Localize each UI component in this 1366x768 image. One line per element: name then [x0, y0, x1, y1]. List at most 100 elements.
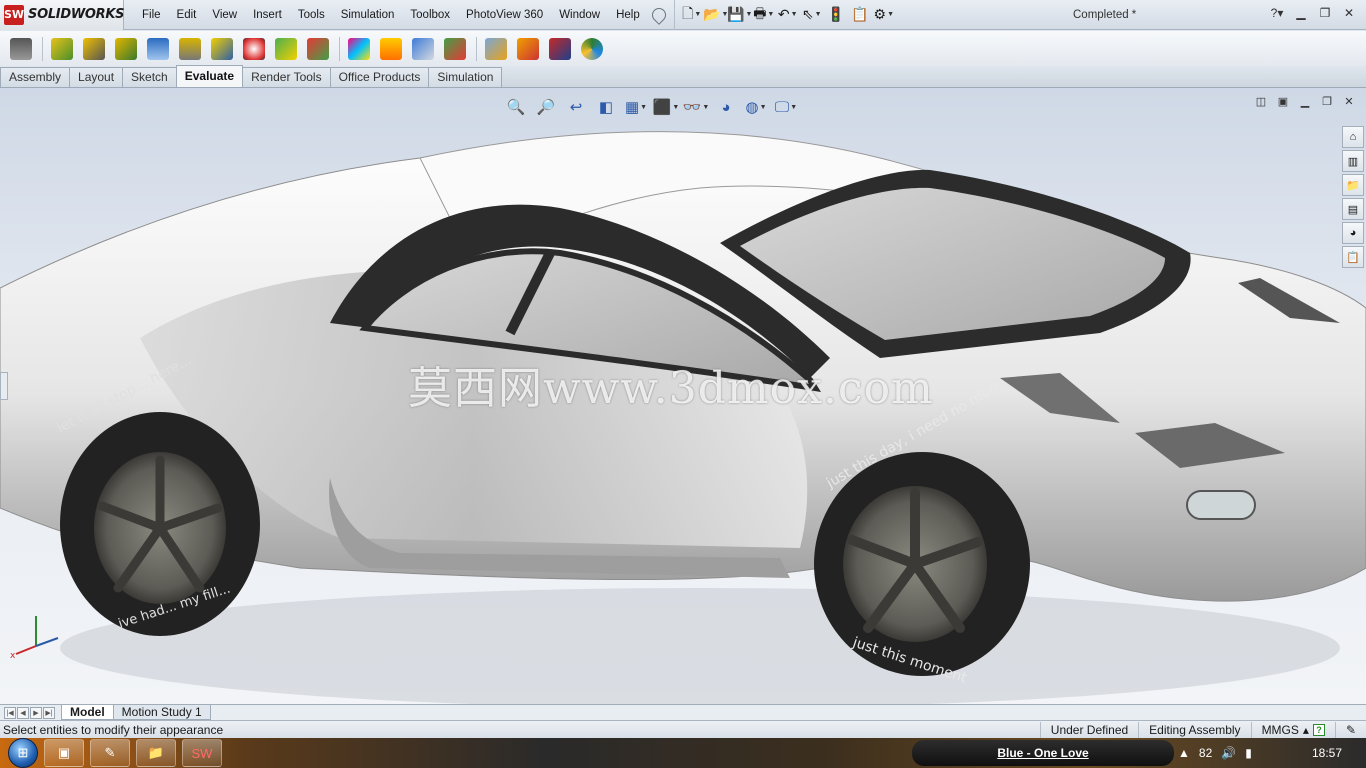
next-tab-arrow-icon[interactable]: ▶ [30, 706, 42, 719]
menu-photoview[interactable]: PhotoView 360 [458, 0, 551, 30]
graphics-area[interactable]: let it all stop... here... ive had... my… [0, 88, 1366, 704]
edit-appearance-icon[interactable]: ◕ [714, 96, 738, 118]
new-document-button[interactable]: 🗋 ▼ [681, 5, 703, 25]
now-playing-widget[interactable]: Blue - One Love [912, 740, 1174, 766]
sensor-icon[interactable] [239, 34, 269, 64]
help-icon[interactable]: ?▾ [1268, 4, 1286, 22]
tab-motion-study-1[interactable]: Motion Study 1 [112, 705, 211, 720]
menu-toolbox[interactable]: Toolbox [402, 0, 458, 30]
taskbar-app-desktop-icon[interactable]: ▣ [44, 739, 84, 767]
last-tab-arrow-icon[interactable]: ▶| [43, 706, 55, 719]
clearance-verification-icon[interactable] [79, 34, 109, 64]
hide-show-items-icon[interactable]: 👓 ▼ [683, 96, 710, 118]
power-icon[interactable]: ▮ [1245, 746, 1252, 760]
tab-sketch[interactable]: Sketch [122, 67, 177, 87]
taskbar-app-explorer-icon[interactable]: 📁 [136, 739, 176, 767]
save-button[interactable]: 💾 ▼ [727, 5, 752, 25]
measure-icon[interactable] [143, 34, 173, 64]
viewport-split-icon[interactable]: ◫ [1254, 94, 1268, 108]
tab-model[interactable]: Model [61, 705, 114, 720]
measure-tools-icon[interactable] [6, 34, 36, 64]
menu-window[interactable]: Window [551, 0, 608, 30]
select-button[interactable]: ⇖ ▼ [801, 5, 823, 25]
volume-icon[interactable]: 🔊 [1221, 746, 1236, 760]
options-button[interactable]: ⚙ ▼ [873, 5, 895, 25]
interference-detection-icon[interactable] [47, 34, 77, 64]
print-button[interactable]: 🖶 ▼ [753, 5, 775, 25]
start-button[interactable]: ⊞ [8, 738, 38, 768]
menu-help[interactable]: Help [608, 0, 648, 30]
minimize-button[interactable]: ▁ [1292, 4, 1310, 22]
first-tab-arrow-icon[interactable]: |◀ [4, 706, 16, 719]
viewport-minimize-button[interactable]: ▁ [1298, 94, 1312, 108]
units-selector[interactable]: MMGS ▴ ? [1250, 721, 1335, 738]
view-settings-icon[interactable]: 🖵 ▼ [774, 96, 798, 118]
simulationxpress-icon[interactable] [481, 34, 511, 64]
assembly-visualization-icon[interactable] [271, 34, 301, 64]
solidworks-resources-icon[interactable]: ⌂ [1342, 126, 1364, 148]
units-caret-icon: ▴ [1302, 722, 1309, 737]
now-playing-title[interactable]: Blue - One Love [997, 746, 1088, 760]
performance-evaluation-icon[interactable] [303, 34, 333, 64]
check-icon[interactable] [408, 34, 438, 64]
view-orientation-icon[interactable]: ▦ ▼ [624, 96, 648, 118]
zoom-to-fit-icon[interactable]: 🔍 [504, 96, 528, 118]
section-view-icon[interactable]: ◧ [594, 96, 618, 118]
design-library-icon[interactable]: ▥ [1342, 150, 1364, 172]
section-properties-icon[interactable] [207, 34, 237, 64]
costing-icon[interactable] [545, 34, 575, 64]
deviation-analysis-icon[interactable] [376, 34, 406, 64]
system-tray: ▲ 82 🔊 ▮ [1178, 738, 1252, 768]
custom-properties-icon[interactable]: 📋 [1342, 246, 1364, 268]
solidworks-logo[interactable]: SW SOLIDWORKS [0, 0, 124, 30]
tab-assembly[interactable]: Assembly [0, 67, 71, 87]
zoom-to-area-icon[interactable]: 🔎 [534, 96, 558, 118]
menu-view[interactable]: View [204, 0, 245, 30]
tab-evaluate[interactable]: Evaluate [175, 65, 244, 87]
undo-button[interactable]: ↶ ▼ [777, 5, 799, 25]
tab-render-tools[interactable]: Render Tools [242, 67, 331, 87]
viewport-restore-button[interactable]: ❐ [1320, 94, 1334, 108]
taskbar-app-solidworks-icon[interactable]: SW [182, 739, 222, 767]
quick-tips-icon[interactable]: ? [1312, 723, 1325, 736]
rebuild-icon[interactable]: 🚦 [825, 5, 847, 25]
dfmxpress-icon[interactable] [513, 34, 543, 64]
previous-view-icon[interactable]: ↩ [564, 96, 588, 118]
taskbar-clock[interactable]: 18:57 [1312, 738, 1342, 768]
file-properties-button[interactable]: 📋 [849, 5, 871, 25]
open-button[interactable]: 📂 ▼ [703, 5, 728, 25]
status-message: Select entities to modify their appearan… [3, 722, 224, 737]
file-explorer-icon[interactable]: 📁 [1342, 174, 1364, 196]
tab-layout[interactable]: Layout [69, 67, 124, 87]
feature-manager-expand-handle[interactable] [0, 372, 8, 400]
view-palette-icon[interactable]: ▤ [1342, 198, 1364, 220]
menu-insert[interactable]: Insert [245, 0, 290, 30]
mass-properties-icon[interactable] [175, 34, 205, 64]
viewport-close-button[interactable]: ✕ [1342, 94, 1356, 108]
sustainability-icon[interactable] [577, 34, 607, 64]
front-wheel[interactable] [814, 452, 1030, 676]
model-motion-tabs: |◀ ◀ ▶ ▶| Model Motion Study 1 [0, 704, 1366, 720]
viewport-link-icon[interactable]: ▣ [1276, 94, 1290, 108]
ground-shadow [60, 588, 1340, 704]
menu-file[interactable]: File [134, 0, 169, 30]
menu-simulation[interactable]: Simulation [333, 0, 403, 30]
pin-menu-icon[interactable] [648, 4, 669, 25]
prev-tab-arrow-icon[interactable]: ◀ [17, 706, 29, 719]
curvature-icon[interactable] [344, 34, 374, 64]
restore-button[interactable]: ❐ [1316, 4, 1334, 22]
menu-tools[interactable]: Tools [290, 0, 333, 30]
tab-simulation[interactable]: Simulation [428, 67, 503, 87]
appearances-scenes-icon[interactable]: ◕ [1342, 222, 1364, 244]
menu-edit[interactable]: Edit [169, 0, 205, 30]
display-style-icon[interactable]: ⬛ ▼ [653, 96, 680, 118]
taskbar-app-tools-icon[interactable]: ✎ [90, 739, 130, 767]
tray-expand-icon[interactable]: ▲ [1178, 746, 1190, 760]
rear-wheel[interactable] [60, 412, 260, 636]
tab-office-products[interactable]: Office Products [329, 67, 430, 87]
apply-scene-icon[interactable]: ◍ ▼ [744, 96, 768, 118]
rebuild-status-icon[interactable]: ✎ [1334, 721, 1366, 738]
close-button[interactable]: ✕ [1340, 4, 1358, 22]
hole-alignment-icon[interactable] [111, 34, 141, 64]
design-checker-icon[interactable] [440, 34, 470, 64]
